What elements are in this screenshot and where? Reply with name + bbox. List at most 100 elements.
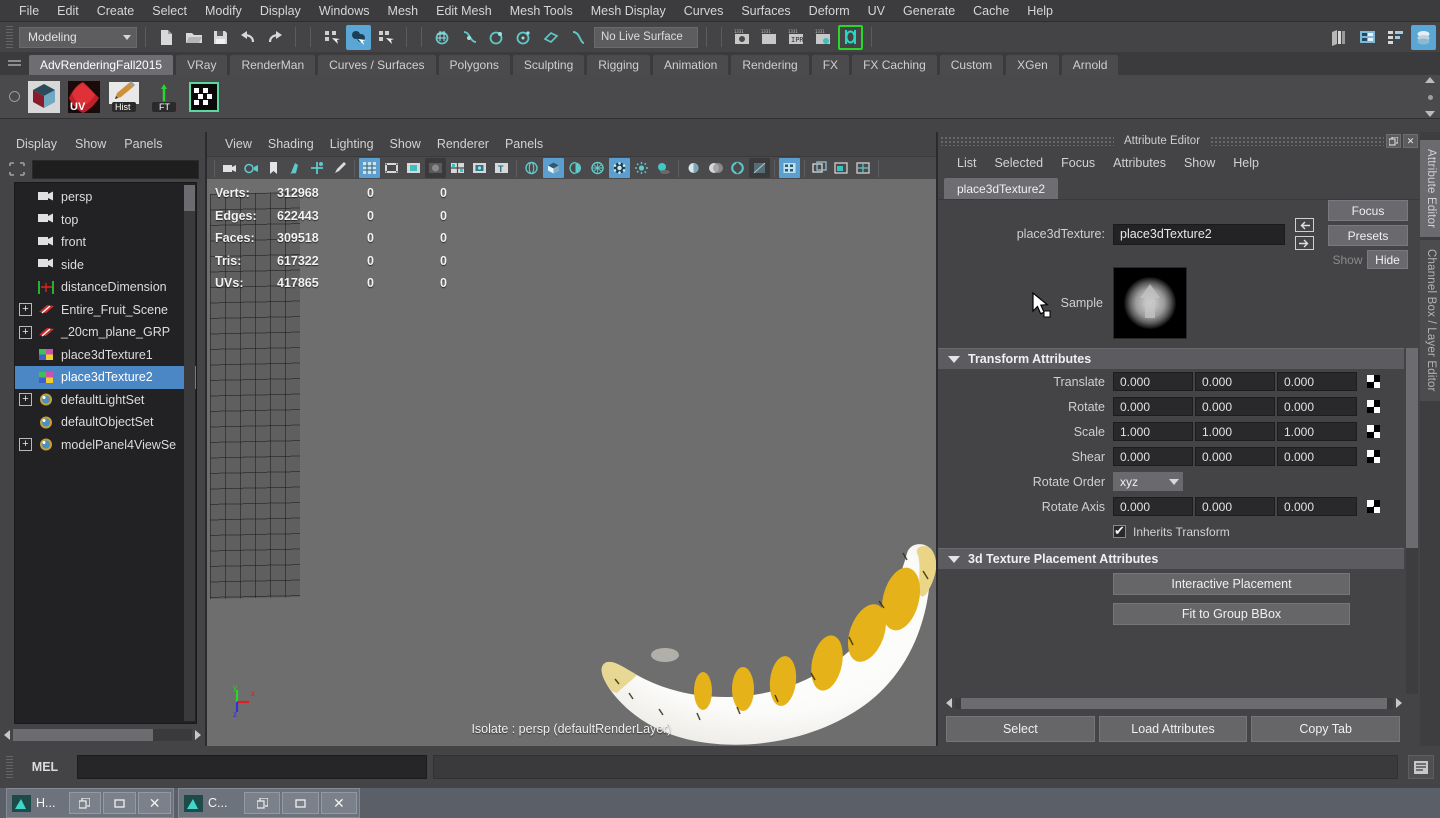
save-scene-icon[interactable] (208, 25, 233, 50)
scroll-right-icon[interactable] (195, 730, 201, 740)
attribute-editor-toggle-icon[interactable] (1355, 25, 1380, 50)
menu-item-help[interactable]: Help (1018, 2, 1062, 20)
inherits-transform-checkbox-group[interactable]: Inherits Transform (1113, 523, 1230, 539)
select-by-object-icon[interactable] (346, 24, 371, 50)
menu-item-display[interactable]: Display (8, 135, 65, 153)
menu-item-generate[interactable]: Generate (894, 2, 964, 20)
outliner-item-distancedimension[interactable]: distanceDimension (15, 276, 196, 299)
close-icon[interactable]: ✕ (320, 792, 358, 814)
menu-item-uv[interactable]: UV (859, 2, 894, 20)
attribute-editor-vertical-scrollbar[interactable] (1406, 348, 1418, 694)
ambient-occlusion-icon[interactable] (683, 158, 704, 178)
grid-view-icon[interactable] (853, 158, 874, 178)
translate-x-input[interactable]: 0.000 (1113, 372, 1193, 391)
expand-icon[interactable]: + (19, 393, 32, 407)
maximize-icon[interactable] (282, 792, 319, 814)
input-connection-icon[interactable] (1295, 218, 1314, 232)
hide-button[interactable]: Hide (1367, 250, 1408, 269)
xray-icon[interactable] (749, 158, 770, 178)
outliner-vertical-scrollbar[interactable] (184, 185, 195, 721)
redo-icon[interactable] (262, 25, 287, 50)
shelf-tab-xgen[interactable]: XGen (1005, 54, 1060, 75)
rotate-axis-keyframe-icon[interactable] (1367, 500, 1380, 513)
image-plane-icon[interactable] (285, 158, 306, 178)
command-language-label[interactable]: MEL (19, 760, 71, 774)
menu-item-create[interactable]: Create (88, 2, 144, 20)
rotate-y-input[interactable]: 0.000 (1195, 397, 1275, 416)
outliner-search-input[interactable] (32, 159, 199, 179)
render-settings-icon[interactable]: 1331 (757, 25, 782, 50)
tab-place3dtexture2[interactable]: place3dTexture2 (944, 178, 1059, 199)
close-icon[interactable]: ✕ (1403, 134, 1419, 148)
scroll-up-icon[interactable] (1425, 77, 1435, 83)
camera-attributes-icon[interactable] (241, 158, 262, 178)
grease-pencil-icon[interactable] (329, 158, 350, 178)
rotate-axis-y-input[interactable]: 0.000 (1195, 497, 1275, 516)
scale-keyframe-icon[interactable] (1367, 425, 1380, 438)
rotate-order-dropdown[interactable]: xyz (1113, 472, 1183, 491)
menu-item-help[interactable]: Help (1224, 154, 1268, 172)
taskbar-window[interactable]: H... ✕ (6, 788, 174, 818)
outliner-item-defaultobjectset[interactable]: defaultObjectSet (15, 411, 196, 434)
make-live-icon[interactable] (565, 25, 590, 50)
snap-to-point-icon[interactable] (484, 25, 509, 50)
shelf-drag-handle[interactable] (8, 58, 21, 68)
outliner-item-defaultlightset[interactable]: + defaultLightSet (15, 389, 196, 412)
scale-x-input[interactable]: 1.000 (1113, 422, 1193, 441)
wireframe-icon[interactable] (521, 158, 542, 178)
sample-swatch[interactable] (1113, 267, 1187, 339)
toggle-sidebar-icon[interactable] (1327, 25, 1352, 50)
menu-item-show[interactable]: Show (67, 135, 114, 153)
menu-item-attributes[interactable]: Attributes (1104, 154, 1175, 172)
cube-shader-icon[interactable] (26, 79, 62, 115)
translate-keyframe-icon[interactable] (1367, 375, 1380, 388)
scroll-dot-icon[interactable] (1427, 94, 1433, 100)
side-tab-channel-box-layer-editor[interactable]: Channel Box / Layer Editor (1420, 240, 1440, 401)
shelf-tab-vray[interactable]: VRay (175, 54, 229, 75)
camera-select-icon[interactable] (219, 158, 240, 178)
shelf-tab-fx-caching[interactable]: FX Caching (851, 54, 938, 75)
command-line-gripper[interactable] (6, 756, 13, 778)
shelf-tab-custom[interactable]: Custom (938, 54, 1005, 75)
attribute-editor-horizontal-scrollbar[interactable] (955, 697, 1393, 709)
outliner-horizontal-scrollbar[interactable] (13, 729, 192, 741)
shelf-tab-polygons[interactable]: Polygons (437, 54, 511, 75)
menu-item-show[interactable]: Show (1175, 154, 1224, 172)
scrollbar-thumb[interactable] (1406, 348, 1418, 548)
select-by-hierarchy-icon[interactable] (319, 25, 344, 50)
shear-x-input[interactable]: 0.000 (1113, 447, 1193, 466)
inherits-transform-checkbox[interactable] (1113, 523, 1126, 539)
load-attributes-button[interactable]: Load Attributes (1098, 716, 1248, 742)
shaded-wireframe-icon[interactable] (565, 158, 586, 178)
menu-item-curves[interactable]: Curves (675, 2, 733, 20)
outliner-item--20cm-plane-grp[interactable]: + _20cm_plane_GRP (15, 321, 196, 344)
select-by-component-icon[interactable] (373, 25, 398, 50)
hardware-texture-icon[interactable] (587, 158, 608, 178)
menu-item-list[interactable]: List (948, 154, 985, 172)
shelf-tab-sculpting[interactable]: Sculpting (511, 54, 586, 75)
use-default-material-icon[interactable] (609, 158, 630, 178)
shelf-tab-renderman[interactable]: RenderMan (229, 54, 317, 75)
rotate-x-input[interactable]: 0.000 (1113, 397, 1193, 416)
titlebar-grip[interactable] (1210, 136, 1385, 146)
menu-item-panels[interactable]: Panels (497, 135, 551, 153)
menu-item-panels[interactable]: Panels (116, 135, 170, 153)
shelf-tab-arnold[interactable]: Arnold (1060, 54, 1120, 75)
copy-tab-button[interactable]: Copy Tab (1251, 716, 1401, 742)
rotate-axis-x-input[interactable]: 0.000 (1113, 497, 1193, 516)
scroll-down-icon[interactable] (1425, 111, 1435, 117)
shelf-tab-curves-surfaces[interactable]: Curves / Surfaces (317, 54, 437, 75)
attribute-scroll-area[interactable]: Transform Attributes Translate 0.000 0.000… (938, 348, 1420, 694)
multisample-icon[interactable] (727, 158, 748, 178)
smooth-shade-icon[interactable] (543, 158, 564, 178)
render-view-icon[interactable]: 1331 (811, 25, 836, 50)
menu-item-cache[interactable]: Cache (964, 2, 1018, 20)
interactive-placement-button[interactable]: Interactive Placement (1113, 573, 1350, 595)
rotate-keyframe-icon[interactable] (1367, 400, 1380, 413)
two-d-pan-zoom-icon[interactable] (307, 158, 328, 178)
outliner-item-place3dtexture1[interactable]: place3dTexture1 (15, 344, 196, 367)
rotate-z-input[interactable]: 0.000 (1277, 397, 1357, 416)
menu-item-show[interactable]: Show (382, 135, 429, 153)
panel-layout-icon[interactable] (831, 158, 852, 178)
menu-item-display[interactable]: Display (251, 2, 310, 20)
